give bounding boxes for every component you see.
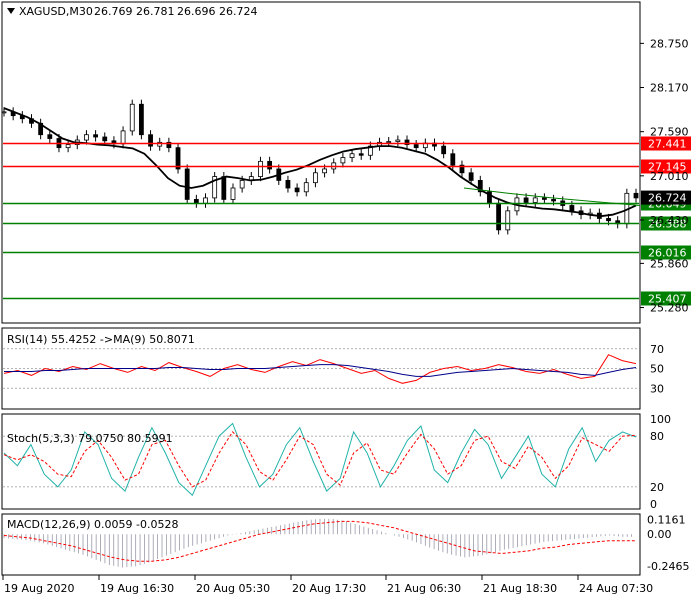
candle-body	[230, 187, 236, 200]
macd-tick-label: 0.00	[647, 528, 672, 541]
chart-canvas: 27.44127.14526.64926.38826.01625.407 70 5…	[1, 1, 691, 595]
candle-body	[606, 218, 611, 222]
candle-body	[322, 168, 327, 174]
x-tick-label: 19 Aug 16:30	[100, 582, 174, 595]
candle-body	[47, 134, 53, 139]
stoch-tick-label: 20	[650, 481, 664, 494]
rsi-tick-label: 70	[650, 343, 664, 356]
y-tick-label: 28.750	[650, 37, 689, 50]
candle-body	[569, 205, 575, 212]
stoch-label: Stoch(5,3,3) 79.0750 80.5991	[7, 432, 173, 445]
candle-body	[395, 139, 401, 142]
candle-body	[120, 130, 126, 145]
candle-body	[633, 192, 639, 199]
candle-body	[523, 197, 529, 203]
stoch-layer: 100 80 20 0	[3, 413, 671, 511]
axis-layer: 28.750 28.170 27.590 27.010 26.430 25.860 25.2…	[2, 37, 691, 595]
candle-body	[285, 179, 291, 189]
candle-body	[450, 153, 456, 166]
rsi-tick-label: 30	[650, 382, 664, 395]
candle-body	[129, 103, 135, 132]
stoch-tick-label: 80	[650, 430, 664, 443]
x-tick-label: 24 Aug 07:30	[579, 582, 653, 595]
y-tick-label: 27.590	[650, 126, 689, 139]
ohlc-close: 26.724	[219, 5, 258, 18]
x-tick-label: 20 Aug 05:30	[196, 582, 270, 595]
x-tick-label: 21 Aug 18:30	[483, 582, 557, 595]
candle-body	[65, 144, 71, 149]
candle-body	[505, 210, 511, 231]
ohlc-high: 26.781	[136, 5, 175, 18]
candle-body	[551, 199, 556, 202]
candle-body	[358, 153, 364, 156]
level-label: 27.441	[648, 138, 687, 151]
candle-body	[203, 197, 208, 204]
candle-body	[239, 179, 245, 189]
macd-label: MACD(12,26,9) 0.0059 -0.0528	[7, 518, 178, 531]
moving-average-line	[3, 107, 637, 218]
candle-body	[340, 157, 346, 164]
candle-body	[148, 134, 153, 147]
candle-body	[542, 197, 547, 200]
x-tick-label: 20 Aug 17:30	[292, 582, 366, 595]
symbol-title: XAGUSD,M30	[19, 5, 93, 18]
rsi-layer: 70 50 30	[3, 343, 664, 395]
candle-body	[193, 199, 199, 204]
candle-body	[386, 141, 392, 143]
candle-body	[221, 176, 227, 200]
candle-body	[413, 144, 419, 149]
x-tick-label: 21 Aug 06:30	[387, 582, 461, 595]
candle-body	[468, 172, 474, 181]
y-tick-label: 27.010	[650, 170, 689, 183]
candle-body	[496, 202, 502, 231]
levels-layer: 27.44127.14526.64926.38826.01625.407	[3, 136, 691, 306]
candle-body	[102, 136, 108, 142]
x-tick-label: 19 Aug 2020	[4, 582, 74, 595]
trading-chart-window: 27.44127.14526.64926.38826.01625.407 70 5…	[0, 0, 700, 600]
candle-body	[349, 153, 355, 158]
candle-body	[138, 103, 144, 136]
rsi-label: RSI(14) 55.4252 ->MA(9) 50.8071	[7, 333, 195, 346]
y-tick-label: 25.280	[650, 302, 689, 315]
macd-tick-label: 0.1161	[647, 513, 686, 526]
candle-body	[1, 111, 7, 114]
macd-tick-label: -0.2465	[647, 560, 689, 573]
candle-body	[184, 168, 190, 200]
candle-body	[93, 134, 98, 138]
rsi-ma-line	[4, 364, 637, 377]
candle-body	[532, 197, 538, 203]
candle-body	[267, 160, 273, 170]
rsi-tick-label: 50	[650, 363, 664, 376]
ohlc-low: 26.696	[177, 5, 216, 18]
candle-body	[84, 134, 89, 141]
y-tick-label: 28.170	[650, 82, 689, 95]
price-panel-frame	[1, 1, 641, 324]
candle-body	[441, 145, 447, 155]
candle-body	[258, 160, 263, 177]
collapse-triangle-icon[interactable]	[7, 8, 15, 14]
ohlc-open: 26.769	[94, 5, 133, 18]
y-tick-label: 26.430	[650, 214, 689, 227]
candle-body	[303, 182, 309, 193]
candle-body	[294, 187, 300, 193]
y-tick-label: 25.860	[650, 257, 689, 270]
stoch-tick-label: 0	[650, 498, 657, 511]
current-price-label: 26.724	[648, 192, 687, 205]
candle-body	[313, 172, 318, 184]
stoch-tick-label: 100	[650, 413, 671, 426]
